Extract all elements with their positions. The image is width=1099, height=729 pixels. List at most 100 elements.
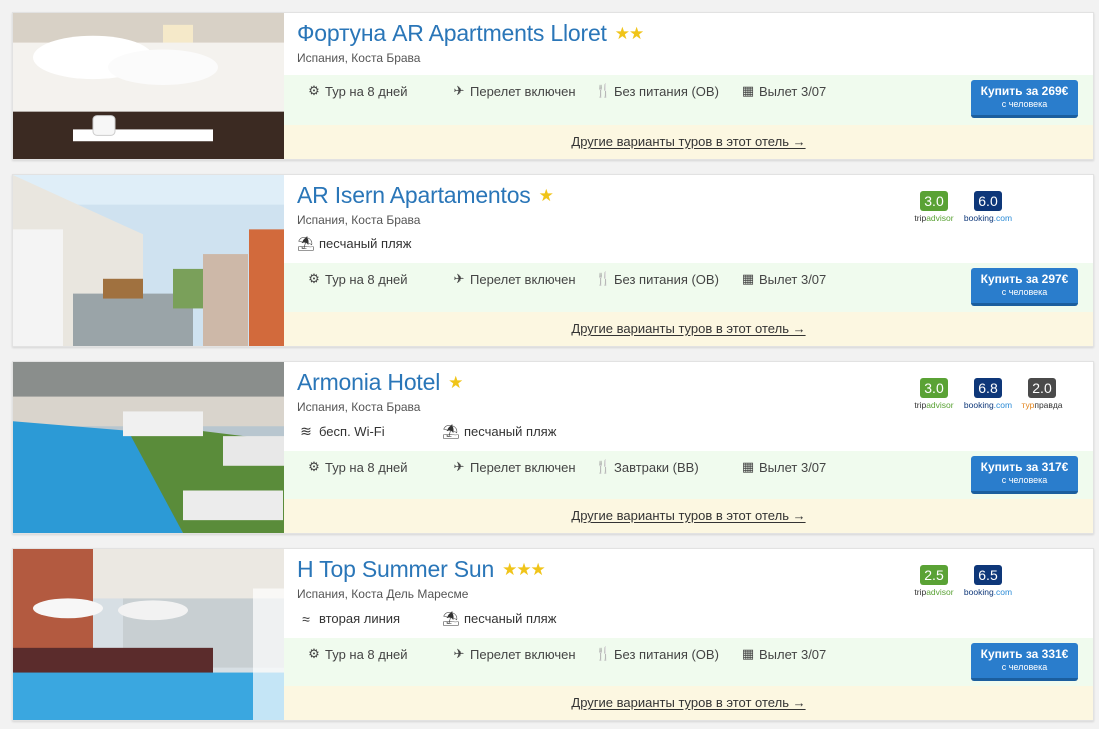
feature-list: ≈ вторая линия ⛱ песчаный пляж xyxy=(297,610,587,627)
booking-rating[interactable]: 6.8 booking.com xyxy=(961,378,1015,410)
tour-departure-text: Вылет 3/07 xyxy=(759,271,827,287)
feature-item: ≋ бесп. Wi-Fi xyxy=(297,423,442,440)
tour-duration: ⚙ Тур на 8 дней xyxy=(306,459,407,475)
hotel-photo[interactable] xyxy=(13,362,284,533)
hotel-card: Armonia Hotel ★ Испания, Коста Брава ≋ б… xyxy=(12,361,1094,534)
tour-duration-text: Тур на 8 дней xyxy=(325,83,408,99)
ratings: 2.5 tripadvisor 6.5 booking.com xyxy=(907,565,1015,597)
rating-score: 2.5 xyxy=(920,565,948,585)
rating-source: тур xyxy=(1021,400,1035,410)
hotel-info: Фортуна AR Apartments Lloret ★★ Испания,… xyxy=(284,13,1093,159)
booking-rating[interactable]: 6.0 booking.com xyxy=(961,191,1015,223)
turpravda-rating[interactable]: 2.0 турправда xyxy=(1015,378,1069,410)
fork-knife-icon: 🍴 xyxy=(595,271,612,286)
buy-button[interactable]: Купить за 331€ с человека xyxy=(971,643,1078,681)
tour-duration: ⚙ Тур на 8 дней xyxy=(306,271,407,287)
beach-umbrella-icon: ⛱ xyxy=(297,235,315,251)
rating-source: .com xyxy=(993,213,1013,223)
more-tours-link[interactable]: Другие варианты туров в этот отель → xyxy=(571,508,805,523)
rating-score: 6.0 xyxy=(974,191,1002,211)
tour-flight: ✈ Перелет включен xyxy=(451,459,576,475)
tour-flight: ✈ Перелет включен xyxy=(451,646,576,662)
hotel-location: Испания, Коста Дель Маресме xyxy=(297,587,469,601)
tripadvisor-rating[interactable]: 3.0 tripadvisor xyxy=(907,378,961,410)
fork-knife-icon: 🍴 xyxy=(595,646,612,661)
hotel-card: Фортуна AR Apartments Lloret ★★ Испания,… xyxy=(12,12,1094,160)
tour-departure-text: Вылет 3/07 xyxy=(759,646,827,662)
feature-text: вторая линия xyxy=(319,611,401,626)
more-band: Другие варианты туров в этот отель → xyxy=(284,125,1093,159)
tour-flight-text: Перелет включен xyxy=(470,646,576,662)
more-tours-link[interactable]: Другие варианты туров в этот отель → xyxy=(571,695,805,710)
plane-icon: ✈ xyxy=(453,646,465,661)
tour-band: ⚙ Тур на 8 дней ✈ Перелет включен 🍴 Без … xyxy=(284,638,1093,690)
hotel-stars: ★ xyxy=(538,185,554,205)
buy-button[interactable]: Купить за 297€ с человека xyxy=(971,268,1078,306)
hotel-photo[interactable] xyxy=(13,13,284,159)
ratings: 3.0 tripadvisor 6.0 booking.com xyxy=(907,191,1015,223)
tour-band: ⚙ Тур на 8 дней ✈ Перелет включен 🍴 Завт… xyxy=(284,451,1093,503)
feature-text: бесп. Wi-Fi xyxy=(319,424,385,439)
tour-duration: ⚙ Тур на 8 дней xyxy=(306,646,408,662)
tour-band: ⚙ Тур на 8 дней ✈ Перелет включен 🍴 Без … xyxy=(284,75,1093,127)
buy-button-label: Купить за 269€ xyxy=(980,84,1069,98)
more-tours-link[interactable]: Другие варианты туров в этот отель → xyxy=(571,321,805,336)
booking-rating[interactable]: 6.5 booking.com xyxy=(961,565,1015,597)
buy-button[interactable]: Купить за 269€ с человека xyxy=(971,80,1078,118)
tour-departure: ▦ Вылет 3/07 xyxy=(740,271,826,287)
tour-flight-text: Перелет включен xyxy=(470,83,576,99)
hotel-stars: ★★★ xyxy=(502,559,546,579)
calendar-icon: ▦ xyxy=(741,83,755,98)
tour-meals-text: Без питания (OB) xyxy=(614,646,719,662)
hotel-location: Испания, Коста Брава xyxy=(297,51,421,65)
buy-button-label: Купить за 331€ xyxy=(980,647,1069,661)
tour-meals: 🍴 Без питания (OB) xyxy=(595,646,719,662)
wifi-icon: ≋ xyxy=(300,423,312,439)
rating-source: booking xyxy=(963,213,994,223)
rating-score: 3.0 xyxy=(920,191,948,211)
buy-button-sub: с человека xyxy=(1001,287,1048,297)
hotel-name-link[interactable]: Фортуна AR Apartments Lloret xyxy=(297,20,607,47)
beach-umbrella-icon: ⛱ xyxy=(442,423,460,439)
tripadvisor-rating[interactable]: 2.5 tripadvisor xyxy=(907,565,961,597)
fork-knife-icon: 🍴 xyxy=(595,83,612,98)
hotel-photo[interactable] xyxy=(13,549,284,720)
hotel-stars: ★★ xyxy=(614,23,645,43)
tour-flight: ✈ Перелет включен xyxy=(451,83,576,99)
rating-source: правда xyxy=(1034,400,1063,410)
more-tours-link[interactable]: Другие варианты туров в этот отель → xyxy=(571,134,805,149)
gear-icon: ⚙ xyxy=(308,646,320,661)
tour-meals: 🍴 Без питания (OB) xyxy=(595,271,719,287)
tour-flight: ✈ Перелет включен xyxy=(451,271,576,287)
fork-knife-icon: 🍴 xyxy=(595,459,612,474)
gear-icon: ⚙ xyxy=(308,271,320,286)
tour-meals-text: Завтраки (BB) xyxy=(614,459,699,475)
hotel-photo[interactable] xyxy=(13,175,284,346)
more-band: Другие варианты туров в этот отель → xyxy=(284,686,1093,720)
buy-button[interactable]: Купить за 317€ с человека xyxy=(971,456,1078,494)
feature-text: песчаный пляж xyxy=(464,424,557,439)
buy-button-sub: с человека xyxy=(1001,475,1048,485)
hotel-name-link[interactable]: AR Isern Apartamentos xyxy=(297,182,531,209)
tour-flight-text: Перелет включен xyxy=(470,271,576,287)
rating-source: booking xyxy=(963,587,994,597)
hotel-location: Испания, Коста Брава xyxy=(297,213,421,227)
feature-list: ≋ бесп. Wi-Fi ⛱ песчаный пляж xyxy=(297,423,587,440)
tour-meals-text: Без питания (OB) xyxy=(614,83,719,99)
tour-departure: ▦ Вылет 3/07 xyxy=(740,646,826,662)
tour-duration-text: Тур на 8 дней xyxy=(325,646,408,662)
feature-item: ⛱ песчаный пляж xyxy=(442,423,587,440)
tour-meals-text: Без питания (OB) xyxy=(614,271,719,287)
hotel-name-link[interactable]: Armonia Hotel xyxy=(297,369,440,396)
waves-icon: ≈ xyxy=(302,610,310,627)
rating-score: 2.0 xyxy=(1028,378,1056,398)
hotel-name-link[interactable]: H Top Summer Sun xyxy=(297,556,494,583)
rating-score: 3.0 xyxy=(920,378,948,398)
gear-icon: ⚙ xyxy=(308,459,320,474)
buy-button-sub: с человека xyxy=(1001,662,1048,672)
feature-item: ⛱ песчаный пляж xyxy=(442,610,587,627)
rating-source: trip xyxy=(914,400,927,410)
hotel-card: AR Isern Apartamentos ★ Испания, Коста Б… xyxy=(12,174,1094,347)
tripadvisor-rating[interactable]: 3.0 tripadvisor xyxy=(907,191,961,223)
tour-flight-text: Перелет включен xyxy=(470,459,576,475)
